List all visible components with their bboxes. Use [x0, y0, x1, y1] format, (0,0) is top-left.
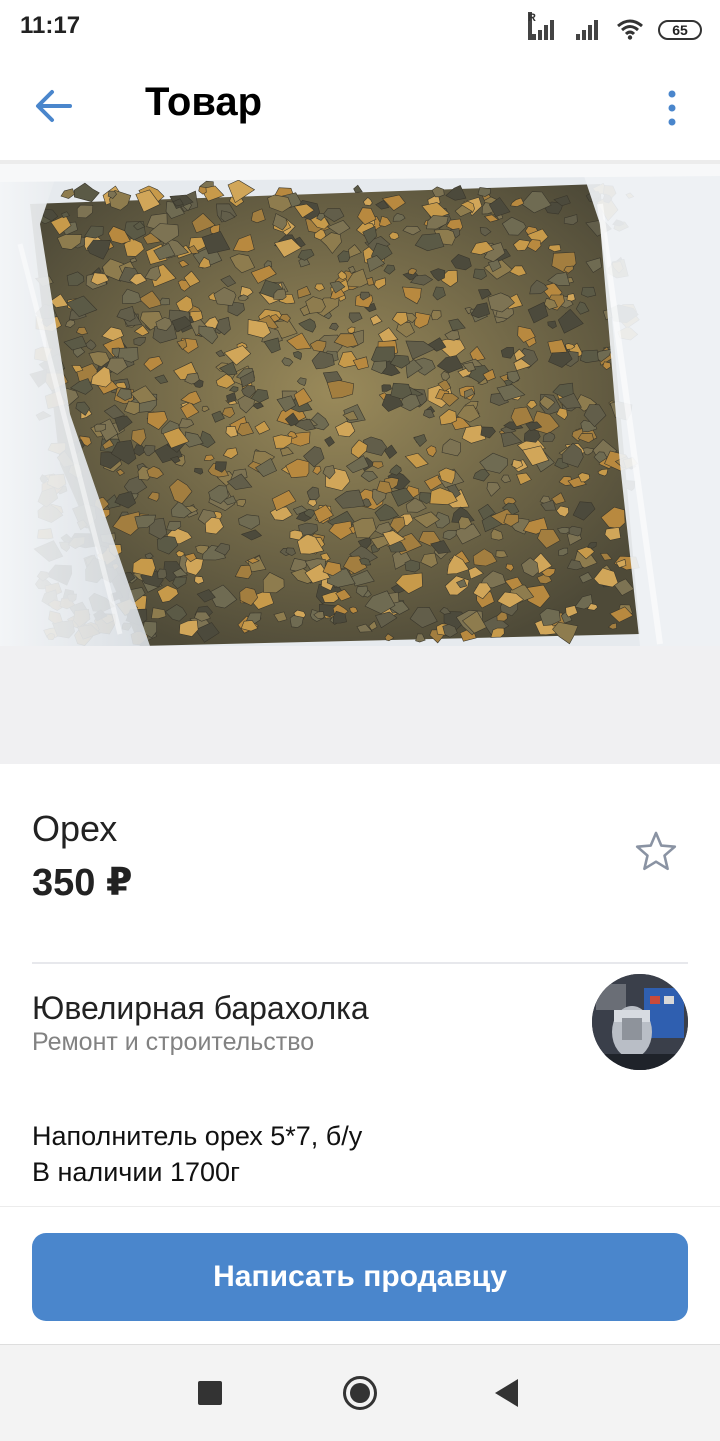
community-avatar[interactable]: [592, 974, 688, 1070]
star-outline-icon: [635, 831, 677, 871]
product-info: Орех 350 ₽: [0, 764, 720, 964]
recents-square-icon[interactable]: [198, 1381, 222, 1405]
status-bar: 11:17 R 65: [0, 0, 720, 52]
arrow-left-icon: [36, 90, 72, 122]
wifi-icon: [617, 19, 643, 40]
status-icons: R 65: [528, 12, 702, 40]
more-options-button[interactable]: [660, 88, 684, 128]
section-divider: [32, 962, 688, 964]
community-name[interactable]: Ювелирная барахолка: [32, 990, 369, 1027]
product-price: 350 ₽: [32, 862, 133, 904]
battery-level: 65: [672, 22, 688, 38]
product-photo: [0, 164, 720, 646]
description-line: В наличии 1700г: [32, 1157, 240, 1187]
more-vertical-icon: [668, 90, 676, 126]
bottom-action-bar: Написать продавцу: [0, 1206, 720, 1345]
product-name: Орех: [32, 808, 118, 849]
photo-gallery[interactable]: [0, 164, 720, 764]
back-button[interactable]: [30, 84, 82, 128]
seller-community[interactable]: Ювелирная барахолка Ремонт и строительст…: [0, 966, 720, 1086]
home-circle-icon[interactable]: [342, 1375, 378, 1411]
system-nav-bar: [0, 1344, 720, 1441]
favorite-button[interactable]: [634, 830, 678, 874]
status-time: 11:17: [20, 12, 81, 39]
app-header: Товар: [0, 52, 720, 160]
signal-icon-2: [572, 18, 602, 40]
community-category: Ремонт и строительство: [32, 1028, 315, 1056]
battery-icon: 65: [658, 20, 702, 40]
product-description: Наполнитель орех 5*7, б/у В наличии 1700…: [32, 1118, 688, 1190]
message-seller-button[interactable]: Написать продавцу: [32, 1233, 688, 1321]
page-title: Товар: [145, 80, 263, 124]
back-triangle-icon[interactable]: [492, 1377, 520, 1409]
description-line: Наполнитель орех 5*7, б/у: [32, 1121, 363, 1151]
signal-icon: R: [528, 12, 558, 40]
